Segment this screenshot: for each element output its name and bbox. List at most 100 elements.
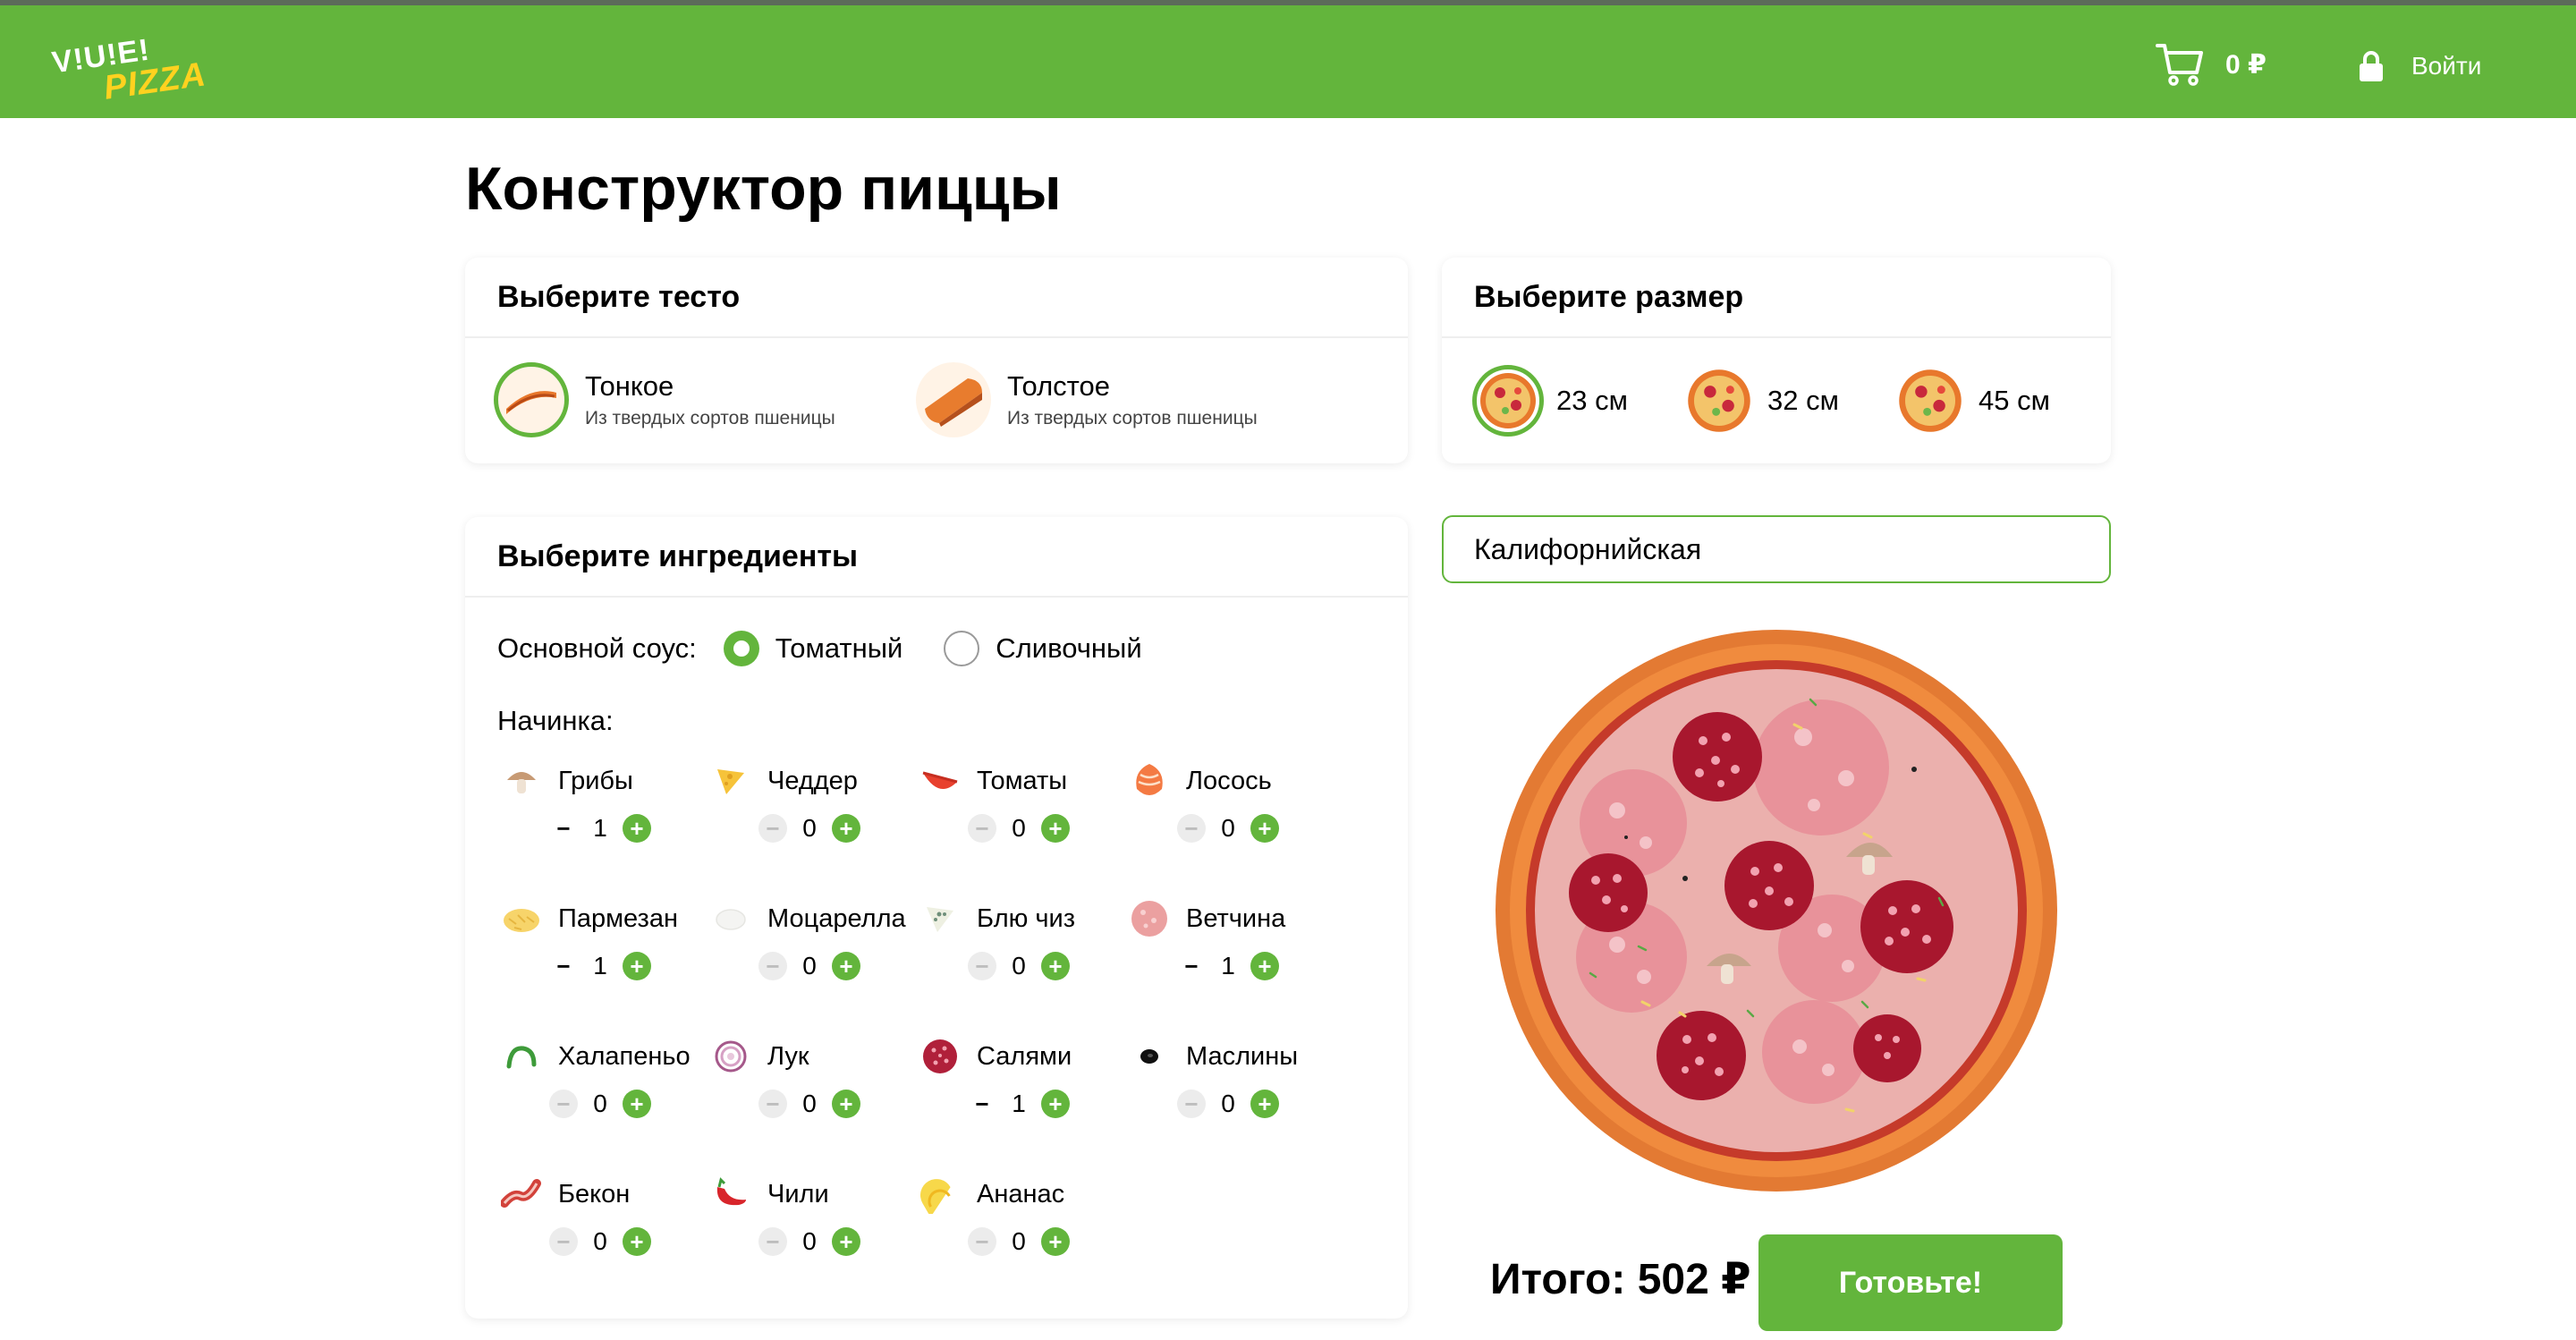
ingredient-counter: − 1 + — [549, 810, 651, 846]
size-card: Выберите размер 23 см 32 см 45 см — [1442, 258, 2111, 463]
ingredient-name: Чеддер — [767, 766, 858, 795]
minus-button[interactable]: − — [758, 1227, 787, 1256]
pizza-name-input[interactable] — [1442, 515, 2111, 583]
dough-card: Выберите тесто Тонкое Из твердых сортов … — [465, 258, 1408, 463]
minus-button[interactable]: − — [1177, 814, 1206, 843]
ingredient-name: Бекон — [558, 1179, 631, 1209]
ingredient-counter: − 0 + — [968, 810, 1070, 846]
dough-option-thin-name: Тонкое — [585, 370, 674, 402]
ingredient-salami: Салями − 1 + — [919, 1034, 1125, 1141]
ingredient-cheddar: Чеддер − 0 + — [710, 759, 916, 866]
ingredient-name: Лосось — [1186, 766, 1272, 795]
minus-button[interactable]: − — [968, 952, 996, 980]
onion-icon — [710, 1036, 751, 1077]
plus-button[interactable]: + — [1041, 814, 1070, 843]
minus-button[interactable]: − — [1177, 1090, 1206, 1118]
plus-button[interactable]: + — [1041, 1227, 1070, 1256]
minus-button[interactable]: − — [1177, 952, 1206, 980]
login-button[interactable]: Войти — [2358, 41, 2481, 91]
chili-icon — [710, 1174, 751, 1215]
ingredient-count: 1 — [1012, 1090, 1026, 1117]
logo[interactable]: V!U!E! PIZZA — [50, 33, 213, 107]
ingredient-counter: − 0 + — [758, 1086, 860, 1122]
plus-button[interactable]: + — [1250, 1090, 1279, 1118]
ingredient-name: Блю чиз — [977, 903, 1076, 933]
radio-checked — [723, 631, 759, 666]
minus-button[interactable]: − — [549, 952, 578, 980]
ingredient-salmon: Лосось − 0 + — [1129, 759, 1335, 866]
sauce-option-tomato-label: Томатный — [775, 632, 903, 664]
radio-unchecked — [944, 631, 980, 666]
pizza-size-icon — [1894, 365, 1966, 437]
ingredient-count: 0 — [802, 1090, 817, 1117]
login-label: Войти — [2411, 52, 2482, 80]
size-option-32[interactable]: 32 см — [1683, 363, 1839, 438]
ingredient-count: 1 — [1221, 952, 1235, 980]
ingredient-tomatoes: Томаты − 0 + — [919, 759, 1125, 866]
plus-button[interactable]: + — [623, 952, 651, 980]
plus-button[interactable]: + — [1041, 1090, 1070, 1118]
minus-button[interactable]: − — [549, 1227, 578, 1256]
ingredient-bacon: Бекон − 0 + — [501, 1172, 707, 1279]
minus-button[interactable]: − — [549, 1090, 578, 1118]
plus-button[interactable]: + — [832, 1227, 860, 1256]
ingredient-counter: − 0 + — [758, 1224, 860, 1259]
ingredient-counter: − 1 + — [549, 948, 651, 984]
ingredient-name: Томаты — [977, 766, 1068, 795]
page-title: Конструктор пиццы — [465, 155, 1062, 223]
dough-option-thick[interactable]: Толстое Из твердых сортов пшеницы — [916, 360, 1258, 440]
ingredients-card: Выберите ингредиенты Основной соус: Тома… — [465, 517, 1408, 1319]
ingredient-count: 0 — [593, 1090, 607, 1117]
ingredient-counter: − 1 + — [1177, 948, 1279, 984]
ingredient-count: 0 — [1012, 952, 1026, 980]
minus-button[interactable]: − — [758, 952, 787, 980]
ingredient-name: Ветчина — [1186, 903, 1286, 933]
sauce-option-cream-label: Сливочный — [996, 632, 1142, 664]
ingredient-counter: − 0 + — [1177, 1086, 1279, 1122]
minus-button[interactable]: − — [968, 1090, 996, 1118]
plus-button[interactable]: + — [623, 814, 651, 843]
dough-option-thin[interactable]: Тонкое Из твердых сортов пшеницы — [494, 360, 835, 440]
ingredient-count: 0 — [1012, 814, 1026, 842]
size-option-45[interactable]: 45 см — [1894, 363, 2050, 438]
ingredient-count: 0 — [1221, 814, 1235, 842]
ingredient-counter: − 0 + — [968, 1224, 1070, 1259]
plus-button[interactable]: + — [1250, 952, 1279, 980]
minus-button[interactable]: − — [549, 814, 578, 843]
plus-button[interactable]: + — [1041, 952, 1070, 980]
size-option-23[interactable]: 23 см — [1472, 363, 1628, 438]
minus-button[interactable]: − — [758, 814, 787, 843]
olive-icon — [1129, 1036, 1170, 1077]
minus-button[interactable]: − — [758, 1090, 787, 1118]
size-option-32-label: 32 см — [1767, 385, 1839, 416]
plus-button[interactable]: + — [1250, 814, 1279, 843]
minus-button[interactable]: − — [968, 1227, 996, 1256]
plus-button[interactable]: + — [832, 952, 860, 980]
ingredient-count: 0 — [593, 1227, 607, 1255]
plus-button[interactable]: + — [832, 1090, 860, 1118]
header: V!U!E! PIZZA 0 ₽ Войти — [0, 5, 2576, 118]
plus-button[interactable]: + — [832, 814, 860, 843]
thick-dough-icon — [916, 362, 991, 437]
sauce-option-cream[interactable]: Сливочный — [944, 631, 1142, 666]
sauce-option-tomato[interactable]: Томатный — [723, 631, 903, 666]
plus-button[interactable]: + — [623, 1227, 651, 1256]
ingredient-count: 0 — [802, 1227, 817, 1255]
jalapeno-icon — [501, 1036, 542, 1077]
dough-heading: Выберите тесто — [465, 258, 1408, 338]
ingredient-ham: Ветчина − 1 + — [1129, 896, 1335, 1004]
mushroom-icon — [501, 760, 542, 801]
cook-button[interactable]: Готовьте! — [1758, 1234, 2063, 1331]
thin-dough-icon — [494, 362, 569, 437]
cheddar-icon — [710, 760, 751, 801]
ingredients-heading: Выберите ингредиенты — [465, 517, 1408, 598]
ingredient-parmesan: Пармезан − 1 + — [501, 896, 707, 1004]
plus-button[interactable]: + — [623, 1090, 651, 1118]
minus-button[interactable]: − — [968, 814, 996, 843]
cart-button[interactable]: 0 ₽ — [2156, 38, 2299, 91]
ingredient-pineapple: Ананас − 0 + — [919, 1172, 1125, 1279]
ingredient-jalapeno: Халапеньо − 0 + — [501, 1034, 707, 1141]
sauce-row: Основной соус: Томатный Сливочный — [497, 624, 1142, 673]
pizza-size-icon — [1472, 365, 1544, 437]
ingredient-name: Лук — [767, 1041, 809, 1071]
